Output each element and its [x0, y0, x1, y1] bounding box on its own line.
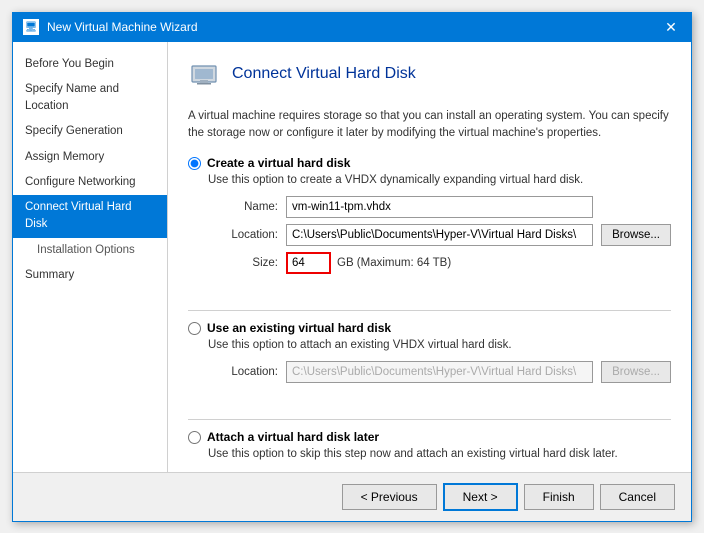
browse-location-button[interactable]: Browse...: [601, 224, 671, 246]
size-suffix: GB (Maximum: 64 TB): [337, 257, 451, 269]
close-button[interactable]: ✕: [661, 19, 681, 36]
sidebar-item-networking[interactable]: Configure Networking: [13, 170, 167, 195]
next-button[interactable]: Next >: [443, 483, 518, 511]
name-input[interactable]: [286, 196, 593, 218]
sidebar-item-virtual-hard-disk[interactable]: Connect Virtual Hard Disk: [13, 195, 167, 238]
titlebar-title: New Virtual Machine Wizard: [47, 20, 661, 34]
sidebar-item-summary[interactable]: Summary: [13, 263, 167, 288]
sidebar-item-name-location[interactable]: Specify Name and Location: [13, 77, 167, 120]
option-existing-radio[interactable]: [188, 322, 201, 335]
divider-2: [188, 419, 671, 420]
cancel-button[interactable]: Cancel: [600, 484, 675, 510]
page-title-area: Connect Virtual Hard Disk: [188, 60, 671, 94]
existing-form: Location: Browse...: [208, 361, 671, 383]
size-input[interactable]: [286, 252, 331, 274]
option-create-section: Create a virtual hard disk Use this opti…: [188, 156, 671, 284]
titlebar: 🖥 New Virtual Machine Wizard ✕: [13, 13, 691, 42]
page-header-icon: [188, 60, 220, 88]
footer: < Previous Next > Finish Cancel: [13, 472, 691, 521]
existing-location-label: Location:: [208, 366, 278, 378]
sidebar: Before You Begin Specify Name and Locati…: [13, 42, 168, 472]
location-input[interactable]: [286, 224, 593, 246]
existing-location-input: [286, 361, 593, 383]
option-create-desc: Use this option to create a VHDX dynamic…: [208, 174, 671, 186]
option-later-label[interactable]: Attach a virtual hard disk later: [188, 430, 671, 444]
option-later-section: Attach a virtual hard disk later Use thi…: [188, 430, 671, 470]
page-title-text: Connect Virtual Hard Disk: [232, 65, 416, 83]
sidebar-item-installation-options[interactable]: Installation Options: [13, 238, 167, 263]
size-label: Size:: [208, 257, 278, 269]
titlebar-icon: 🖥: [23, 19, 39, 35]
finish-button[interactable]: Finish: [524, 484, 594, 510]
option-existing-desc: Use this option to attach an existing VH…: [208, 339, 671, 351]
sidebar-item-memory[interactable]: Assign Memory: [13, 145, 167, 170]
size-row: GB (Maximum: 64 TB): [286, 252, 593, 274]
option-existing-section: Use an existing virtual hard disk Use th…: [188, 321, 671, 393]
wizard-window: 🖥 New Virtual Machine Wizard ✕ Before Yo…: [12, 12, 692, 522]
location-label: Location:: [208, 229, 278, 241]
option-existing-label[interactable]: Use an existing virtual hard disk: [188, 321, 671, 335]
create-form: Name: Location: Browse... Size: GB (Maxi…: [208, 196, 671, 274]
name-label: Name:: [208, 201, 278, 213]
divider-1: [188, 310, 671, 311]
sidebar-item-before-you-begin[interactable]: Before You Begin: [13, 52, 167, 77]
existing-browse-button: Browse...: [601, 361, 671, 383]
previous-button[interactable]: < Previous: [342, 484, 437, 510]
content-area: Before You Begin Specify Name and Locati…: [13, 42, 691, 472]
page-description: A virtual machine requires storage so th…: [188, 108, 671, 143]
option-later-desc: Use this option to skip this step now an…: [208, 448, 671, 460]
sidebar-item-generation[interactable]: Specify Generation: [13, 119, 167, 144]
main-content: Connect Virtual Hard Disk A virtual mach…: [168, 42, 691, 472]
option-later-radio[interactable]: [188, 431, 201, 444]
option-create-radio[interactable]: [188, 157, 201, 170]
option-create-label[interactable]: Create a virtual hard disk: [188, 156, 671, 170]
